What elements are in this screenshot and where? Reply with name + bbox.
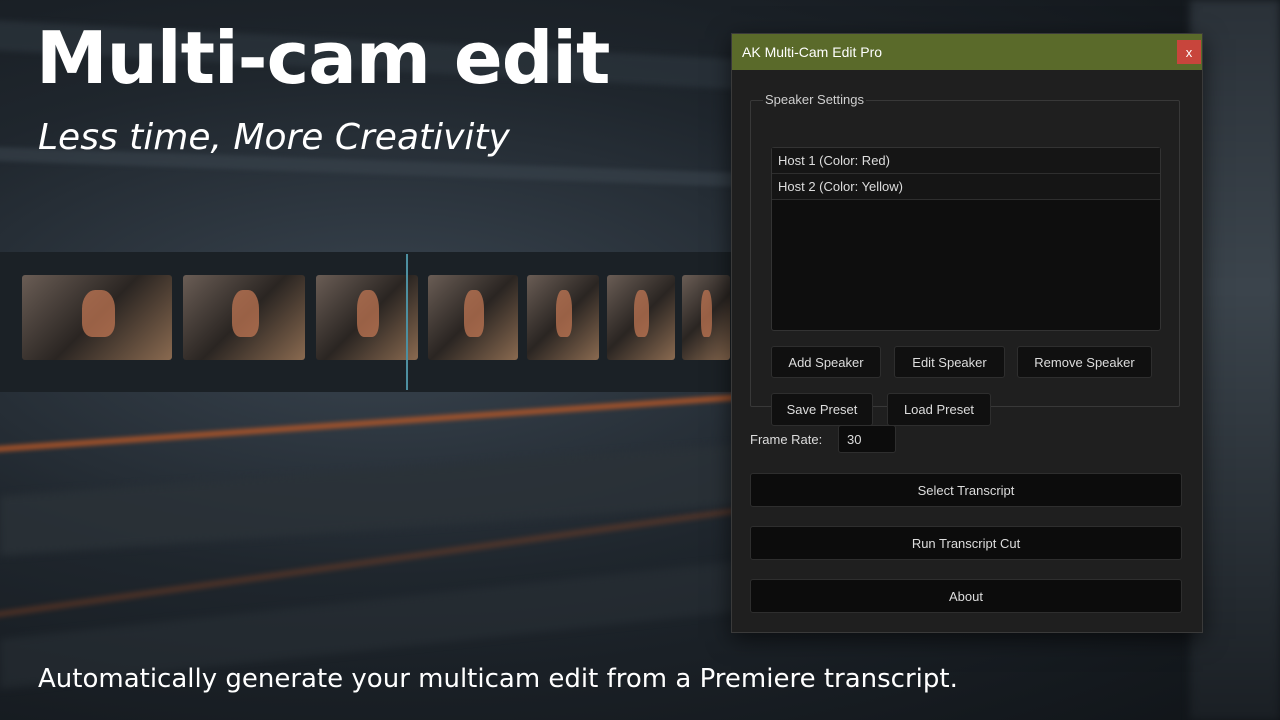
speaker-label: Host 1 (Color: Red) xyxy=(778,153,890,168)
bg-orange-stripe xyxy=(0,392,760,454)
bg-thumbnail xyxy=(607,275,675,360)
window-title: AK Multi-Cam Edit Pro xyxy=(742,44,883,60)
speaker-label: Host 2 (Color: Yellow) xyxy=(778,179,903,194)
remove-speaker-button[interactable]: Remove Speaker xyxy=(1017,346,1152,378)
run-transcript-cut-button[interactable]: Run Transcript Cut xyxy=(750,526,1182,560)
bg-right-edge xyxy=(1190,0,1280,720)
edit-speaker-button[interactable]: Edit Speaker xyxy=(894,346,1005,378)
load-preset-button[interactable]: Load Preset xyxy=(887,393,991,426)
bg-thumbnail xyxy=(22,275,172,360)
window-titlebar[interactable]: AK Multi-Cam Edit Pro x xyxy=(732,34,1202,70)
hero-title: Multi-cam edit xyxy=(36,16,610,100)
bg-thumbnail xyxy=(428,275,518,360)
speaker-list-item[interactable]: Host 1 (Color: Red) xyxy=(772,148,1160,174)
select-transcript-button[interactable]: Select Transcript xyxy=(750,473,1182,507)
hero-footer: Automatically generate your multicam edi… xyxy=(38,664,958,694)
hero-subtitle: Less time, More Creativity xyxy=(38,117,510,158)
speaker-settings-legend: Speaker Settings xyxy=(763,92,867,107)
speaker-list-item[interactable]: Host 2 (Color: Yellow) xyxy=(772,174,1160,200)
close-button[interactable]: x xyxy=(1177,40,1201,64)
bg-thumbnail xyxy=(527,275,599,360)
speaker-settings-group: Speaker Settings Host 1 (Color: Red) Hos… xyxy=(750,92,1180,426)
bg-thumbnail xyxy=(316,275,418,360)
frame-rate-input[interactable] xyxy=(838,425,896,453)
close-icon: x xyxy=(1185,44,1193,60)
bg-plate xyxy=(0,444,740,556)
bg-thumbnail xyxy=(682,275,730,360)
bg-playhead xyxy=(406,254,408,390)
speaker-list[interactable]: Host 1 (Color: Red) Host 2 (Color: Yello… xyxy=(771,147,1161,331)
bg-thumbnail xyxy=(183,275,305,360)
save-preset-button[interactable]: Save Preset xyxy=(771,393,873,426)
about-button[interactable]: About xyxy=(750,579,1182,613)
add-speaker-button[interactable]: Add Speaker xyxy=(771,346,881,378)
plugin-window: AK Multi-Cam Edit Pro x Speaker Settings… xyxy=(731,33,1203,633)
frame-rate-label: Frame Rate: xyxy=(750,432,823,447)
